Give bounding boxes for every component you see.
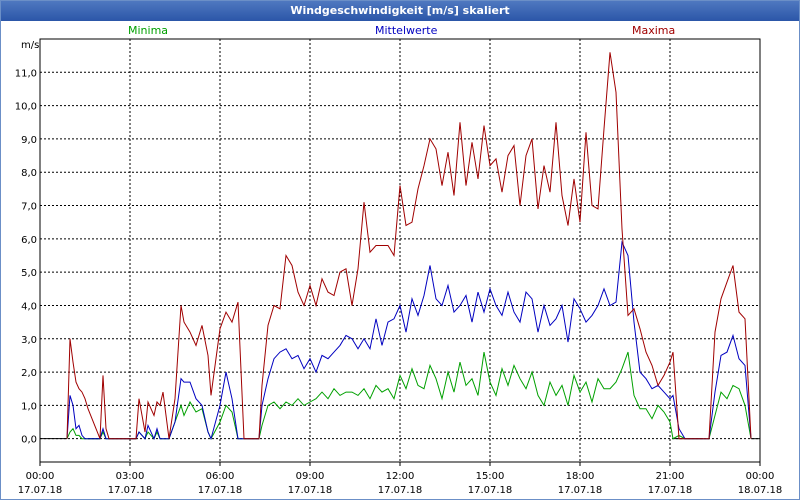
x-tick-time: 03:00 — [116, 471, 145, 482]
x-tick-time: 09:00 — [296, 471, 325, 482]
x-tick-date: 17.07.18 — [108, 485, 153, 496]
x-tick-date: 17.07.18 — [468, 485, 513, 496]
y-tick-label: 11,0 — [15, 68, 37, 79]
x-tick-time: 18:00 — [566, 471, 595, 482]
plot-frame — [39, 38, 761, 463]
y-tick-label: 10,0 — [15, 102, 37, 113]
x-tick-time: 12:00 — [386, 471, 415, 482]
y-tick-label: 3,0 — [21, 335, 37, 346]
x-tick-date: 17.07.18 — [558, 485, 603, 496]
y-tick-label: 6,0 — [21, 235, 37, 246]
y-tick-label: 0,0 — [21, 435, 37, 446]
x-tick-date: 17.07.18 — [648, 485, 693, 496]
x-tick-time: 00:00 — [746, 471, 775, 482]
y-tick-label: 4,0 — [21, 301, 37, 312]
series-line-maxima — [66, 52, 752, 440]
x-tick-time: 15:00 — [476, 471, 505, 482]
y-tick-label: 7,0 — [21, 202, 37, 213]
y-tick-label: 5,0 — [21, 268, 37, 279]
x-tick-date: 17.07.18 — [198, 485, 243, 496]
x-tick-time: 00:00 — [26, 471, 55, 482]
x-tick-date: 17.07.18 — [378, 485, 423, 496]
series-line-minima — [66, 351, 752, 440]
x-tick-time: 21:00 — [656, 471, 685, 482]
y-tick-label: 2,0 — [21, 368, 37, 379]
y-tick-label: 9,0 — [21, 135, 37, 146]
y-tick-label: 8,0 — [21, 168, 37, 179]
line-chart: 0,0 1,0 2,0 3,0 4,0 5,0 6,0 7,0 8,0 9,0 10,0 11,0 00… — [15, 38, 783, 496]
x-tick-date: 17.07.18 — [288, 485, 333, 496]
x-tick-time: 06:00 — [206, 471, 235, 482]
y-tick-label: 1,0 — [21, 401, 37, 412]
x-tick-date: 17.07.18 — [18, 485, 63, 496]
x-tick-date: 18.07.18 — [738, 485, 783, 496]
